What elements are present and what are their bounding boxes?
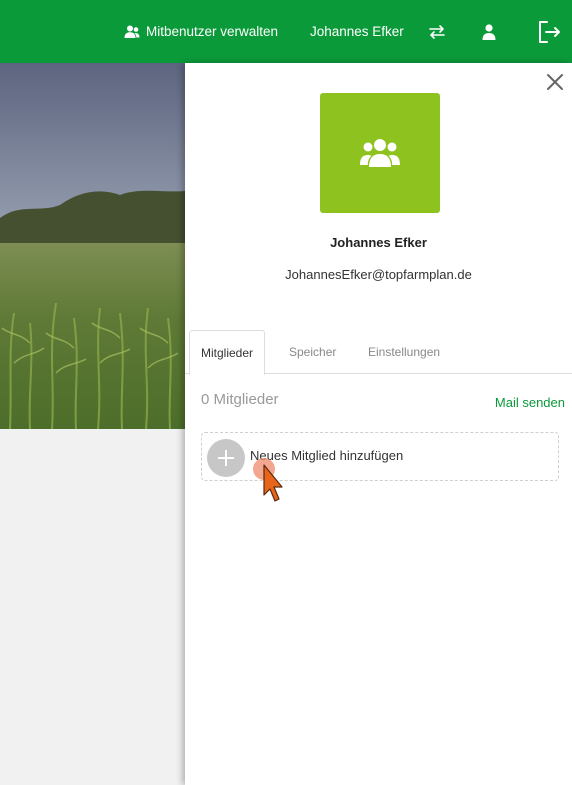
tab-members[interactable]: Mitglieder xyxy=(189,330,266,375)
background-area xyxy=(0,429,185,785)
users-icon xyxy=(124,25,140,38)
send-mail-link[interactable]: Mail senden xyxy=(495,395,565,410)
users-icon xyxy=(360,139,400,167)
top-bar: Mitbenutzer verwalten Johannes Efker xyxy=(0,0,572,63)
background-photo xyxy=(0,63,185,429)
add-member-label: Neues Mitglied hinzufügen xyxy=(250,448,404,463)
user-icon[interactable] xyxy=(482,0,496,63)
logout-icon[interactable] xyxy=(537,0,561,63)
team-owner-email: JohannesEfker@topfarmplan.de xyxy=(285,267,472,282)
tab-settings[interactable]: Einstellungen xyxy=(368,330,440,374)
close-icon[interactable] xyxy=(544,71,566,93)
tab-storage[interactable]: Speicher xyxy=(289,330,336,374)
team-owner-name: Johannes Efker xyxy=(330,235,427,250)
team-panel: Johannes Efker JohannesEfker@topfarmplan… xyxy=(185,63,572,785)
switch-icon[interactable] xyxy=(428,0,446,63)
tab-bar: Mitglieder Speicher Einstellungen xyxy=(185,330,572,375)
add-member-button[interactable]: Neues Mitglied hinzufügen xyxy=(201,432,559,481)
team-avatar xyxy=(320,93,440,213)
member-count: 0 Mitglieder xyxy=(201,391,279,408)
plus-icon xyxy=(207,439,245,477)
manage-users-label: Mitbenutzer verwalten xyxy=(146,24,279,39)
user-name-link[interactable]: Johannes Efker xyxy=(310,0,404,63)
manage-users-button[interactable]: Mitbenutzer verwalten xyxy=(124,0,278,63)
